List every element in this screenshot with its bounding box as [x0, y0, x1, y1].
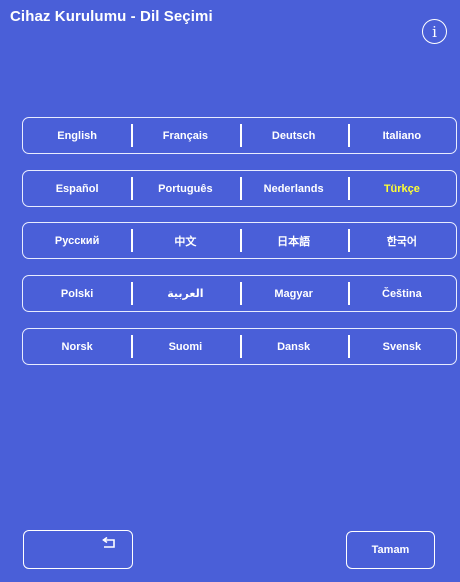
- language-row-2: Español Português Nederlands Türkçe: [22, 170, 457, 207]
- back-button[interactable]: [23, 530, 133, 569]
- language-option-svensk[interactable]: Svensk: [347, 329, 456, 364]
- language-option-portugues[interactable]: Português: [131, 171, 239, 206]
- language-row-5: Norsk Suomi Dansk Svensk: [22, 328, 457, 365]
- language-option-korean[interactable]: 한국어: [347, 223, 456, 258]
- language-option-nederlands[interactable]: Nederlands: [239, 171, 348, 206]
- language-option-polski[interactable]: Polski: [23, 276, 131, 311]
- language-option-arabic[interactable]: العربية: [131, 276, 239, 311]
- language-option-japanese[interactable]: 日本語: [239, 223, 348, 258]
- info-button[interactable]: i: [422, 19, 447, 44]
- language-option-suomi[interactable]: Suomi: [131, 329, 239, 364]
- language-option-cestina[interactable]: Čeština: [347, 276, 456, 311]
- language-option-magyar[interactable]: Magyar: [239, 276, 348, 311]
- language-option-chinese[interactable]: 中文: [131, 223, 239, 258]
- language-option-deutsch[interactable]: Deutsch: [239, 118, 348, 153]
- language-option-turkce-selected[interactable]: Türkçe: [347, 171, 456, 206]
- info-icon: i: [432, 22, 437, 41]
- language-option-dansk[interactable]: Dansk: [239, 329, 348, 364]
- language-row-4: Polski العربية Magyar Čeština: [22, 275, 457, 312]
- language-option-english[interactable]: English: [23, 118, 131, 153]
- page-title: Cihaz Kurulumu - Dil Seçimi: [10, 8, 213, 25]
- language-option-espanol[interactable]: Español: [23, 171, 131, 206]
- language-row-3: Русский 中文 日本語 한국어: [22, 222, 457, 259]
- language-option-russian[interactable]: Русский: [23, 223, 131, 258]
- language-selection-screen: Cihaz Kurulumu - Dil Seçimi i English Fr…: [0, 0, 460, 582]
- ok-button[interactable]: Tamam: [346, 531, 435, 569]
- language-option-norsk[interactable]: Norsk: [23, 329, 131, 364]
- language-option-francais[interactable]: Français: [131, 118, 239, 153]
- return-arrow-icon: [102, 537, 115, 548]
- language-row-1: English Français Deutsch Italiano: [22, 117, 457, 154]
- language-option-italiano[interactable]: Italiano: [347, 118, 456, 153]
